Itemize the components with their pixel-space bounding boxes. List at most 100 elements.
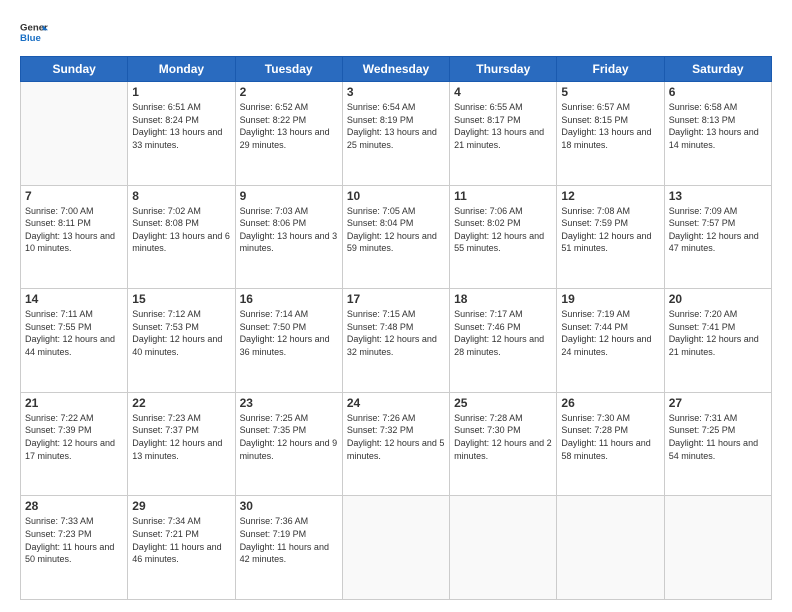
calendar-table: SundayMondayTuesdayWednesdayThursdayFrid… [20,56,772,600]
calendar-cell: 12 Sunrise: 7:08 AMSunset: 7:59 PMDayligh… [557,185,664,289]
calendar-cell: 23Sunrise: 7:25 AMSunset: 7:35 PMDayligh… [235,392,342,496]
day-number: 22 [132,396,230,410]
calendar-week-row: 7 Sunrise: 7:00 AMSunset: 8:11 PMDaylight… [21,185,772,289]
day-number: 28 [25,499,123,513]
day-number: 21 [25,396,123,410]
cell-info: Sunrise: 7:19 AMSunset: 7:44 PMDaylight:… [561,308,659,358]
calendar-cell: 7 Sunrise: 7:00 AMSunset: 8:11 PMDaylight… [21,185,128,289]
day-number: 15 [132,292,230,306]
calendar-cell: 5Sunrise: 6:57 AMSunset: 8:15 PMDaylight… [557,82,664,186]
day-number: 20 [669,292,767,306]
cell-info: Sunrise: 7:05 AMSunset: 8:04 PMDaylight:… [347,205,445,255]
calendar-cell: 30Sunrise: 7:36 AMSunset: 7:19 PMDayligh… [235,496,342,600]
cell-info: Sunrise: 7:20 AMSunset: 7:41 PMDaylight:… [669,308,767,358]
cell-info: Sunrise: 7:02 AMSunset: 8:08 PMDaylight:… [132,205,230,255]
cell-info: Sunrise: 7:33 AMSunset: 7:23 PMDaylight:… [25,515,123,565]
calendar-cell: 24 Sunrise: 7:26 AMSunset: 7:32 PMDayligh… [342,392,449,496]
day-number: 1 [132,85,230,99]
day-number: 7 [25,189,123,203]
cell-info: Sunrise: 7:08 AMSunset: 7:59 PMDaylight:… [561,205,659,255]
cell-info: Sunrise: 7:12 AMSunset: 7:53 PMDaylight:… [132,308,230,358]
calendar-cell: 28 Sunrise: 7:33 AMSunset: 7:23 PMDayligh… [21,496,128,600]
cell-info: Sunrise: 7:34 AMSunset: 7:21 PMDaylight:… [132,515,230,565]
cell-info: Sunrise: 7:17 AMSunset: 7:46 PMDaylight:… [454,308,552,358]
calendar-cell: 20 Sunrise: 7:20 AMSunset: 7:41 PMDayligh… [664,289,771,393]
day-number: 13 [669,189,767,203]
weekday-header: Friday [557,57,664,82]
cell-info: Sunrise: 7:09 AMSunset: 7:57 PMDaylight:… [669,205,767,255]
cell-info: Sunrise: 7:31 AMSunset: 7:25 PMDaylight:… [669,412,767,462]
day-number: 8 [132,189,230,203]
calendar-cell: 25 Sunrise: 7:28 AMSunset: 7:30 PMDayligh… [450,392,557,496]
day-number: 11 [454,189,552,203]
calendar-cell: 15 Sunrise: 7:12 AMSunset: 7:53 PMDayligh… [128,289,235,393]
weekday-header: Monday [128,57,235,82]
calendar-cell: 19 Sunrise: 7:19 AMSunset: 7:44 PMDayligh… [557,289,664,393]
day-number: 16 [240,292,338,306]
calendar-cell: 22Sunrise: 7:23 AMSunset: 7:37 PMDayligh… [128,392,235,496]
calendar-cell: 26 Sunrise: 7:30 AMSunset: 7:28 PMDayligh… [557,392,664,496]
calendar-cell: 11 Sunrise: 7:06 AMSunset: 8:02 PMDayligh… [450,185,557,289]
day-number: 19 [561,292,659,306]
day-number: 29 [132,499,230,513]
calendar-cell: 13 Sunrise: 7:09 AMSunset: 7:57 PMDayligh… [664,185,771,289]
day-number: 6 [669,85,767,99]
day-number: 4 [454,85,552,99]
day-number: 26 [561,396,659,410]
calendar-cell: 1 Sunrise: 6:51 AMSunset: 8:24 PMDaylight… [128,82,235,186]
calendar-cell [21,82,128,186]
cell-info: Sunrise: 7:06 AMSunset: 8:02 PMDaylight:… [454,205,552,255]
cell-info: Sunrise: 6:52 AMSunset: 8:22 PMDaylight:… [240,101,338,151]
cell-info: Sunrise: 6:51 AMSunset: 8:24 PMDaylight:… [132,101,230,151]
calendar-cell: 9 Sunrise: 7:03 AMSunset: 8:06 PMDaylight… [235,185,342,289]
weekday-header: Saturday [664,57,771,82]
cell-info: Sunrise: 7:28 AMSunset: 7:30 PMDaylight:… [454,412,552,462]
weekday-header: Tuesday [235,57,342,82]
calendar-cell [450,496,557,600]
weekday-header: Sunday [21,57,128,82]
calendar-cell: 29 Sunrise: 7:34 AMSunset: 7:21 PMDayligh… [128,496,235,600]
cell-info: Sunrise: 7:00 AMSunset: 8:11 PMDaylight:… [25,205,123,255]
cell-info: Sunrise: 6:58 AMSunset: 8:13 PMDaylight:… [669,101,767,151]
calendar-cell: 27 Sunrise: 7:31 AMSunset: 7:25 PMDayligh… [664,392,771,496]
calendar-cell: 4 Sunrise: 6:55 AMSunset: 8:17 PMDaylight… [450,82,557,186]
day-number: 27 [669,396,767,410]
cell-info: Sunrise: 7:30 AMSunset: 7:28 PMDaylight:… [561,412,659,462]
calendar-week-row: 21 Sunrise: 7:22 AMSunset: 7:39 PMDayligh… [21,392,772,496]
calendar-week-row: 28 Sunrise: 7:33 AMSunset: 7:23 PMDayligh… [21,496,772,600]
calendar-cell [557,496,664,600]
calendar-cell: 6 Sunrise: 6:58 AMSunset: 8:13 PMDaylight… [664,82,771,186]
calendar-cell: 14 Sunrise: 7:11 AMSunset: 7:55 PMDayligh… [21,289,128,393]
day-number: 24 [347,396,445,410]
logo-icon: General Blue [20,18,48,46]
cell-info: Sunrise: 7:26 AMSunset: 7:32 PMDaylight:… [347,412,445,462]
day-number: 3 [347,85,445,99]
cell-info: Sunrise: 7:11 AMSunset: 7:55 PMDaylight:… [25,308,123,358]
calendar-week-row: 14 Sunrise: 7:11 AMSunset: 7:55 PMDayligh… [21,289,772,393]
page-header: General Blue [20,18,772,46]
day-number: 10 [347,189,445,203]
cell-info: Sunrise: 7:15 AMSunset: 7:48 PMDaylight:… [347,308,445,358]
calendar-cell: 3 Sunrise: 6:54 AMSunset: 8:19 PMDaylight… [342,82,449,186]
day-number: 18 [454,292,552,306]
calendar-cell [664,496,771,600]
cell-info: Sunrise: 7:14 AMSunset: 7:50 PMDaylight:… [240,308,338,358]
logo: General Blue [20,18,48,46]
cell-info: Sunrise: 7:22 AMSunset: 7:39 PMDaylight:… [25,412,123,462]
day-number: 9 [240,189,338,203]
calendar-cell: 16 Sunrise: 7:14 AMSunset: 7:50 PMDayligh… [235,289,342,393]
day-number: 12 [561,189,659,203]
svg-text:Blue: Blue [20,33,41,44]
calendar-week-row: 1 Sunrise: 6:51 AMSunset: 8:24 PMDaylight… [21,82,772,186]
cell-info: Sunrise: 6:54 AMSunset: 8:19 PMDaylight:… [347,101,445,151]
cell-info: Sunrise: 7:03 AMSunset: 8:06 PMDaylight:… [240,205,338,255]
calendar-cell: 17 Sunrise: 7:15 AMSunset: 7:48 PMDayligh… [342,289,449,393]
cell-info: Sunrise: 6:55 AMSunset: 8:17 PMDaylight:… [454,101,552,151]
cell-info: Sunrise: 6:57 AMSunset: 8:15 PMDaylight:… [561,101,659,151]
day-number: 14 [25,292,123,306]
calendar-cell: 10 Sunrise: 7:05 AMSunset: 8:04 PMDayligh… [342,185,449,289]
cell-info: Sunrise: 7:25 AMSunset: 7:35 PMDaylight:… [240,412,338,462]
day-number: 17 [347,292,445,306]
day-number: 2 [240,85,338,99]
day-number: 25 [454,396,552,410]
